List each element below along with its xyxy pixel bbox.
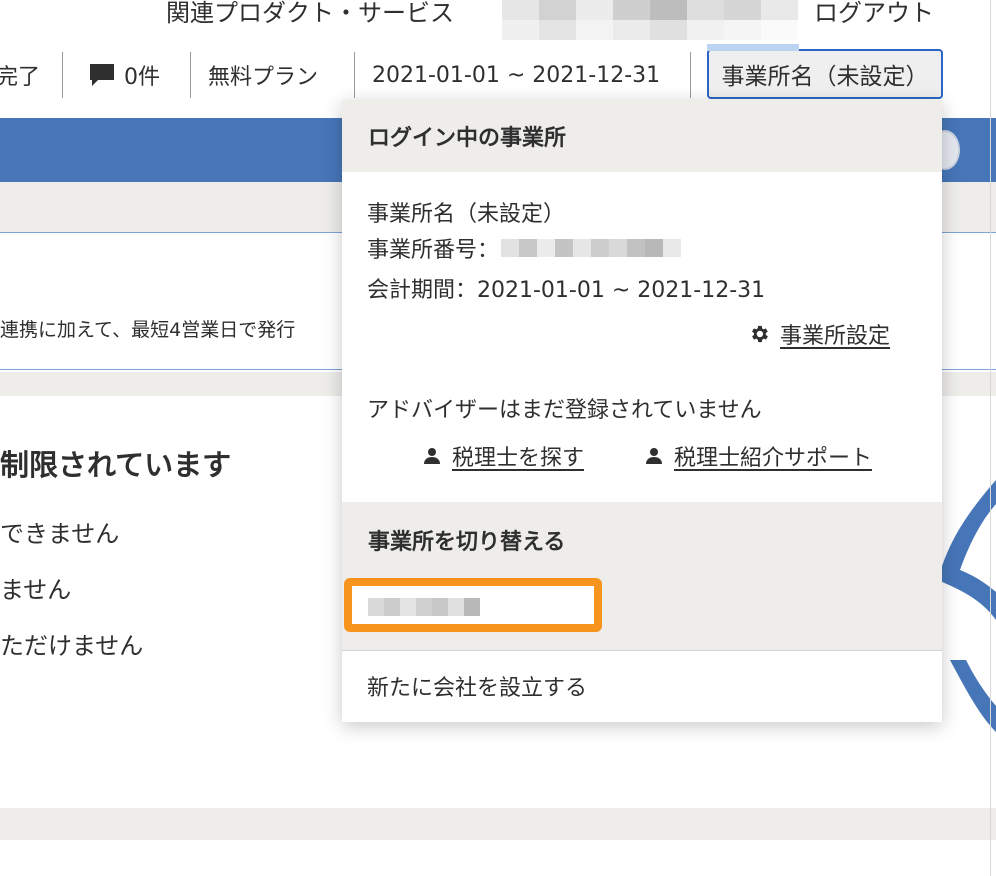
- office-dropdown-panel: ログイン中の事業所 事業所名（未設定） 事業所番号： 会計期間：2021-01-…: [342, 100, 942, 722]
- accountant-support-label: 税理士紹介サポート: [674, 446, 873, 471]
- logout-link[interactable]: ログアウト: [814, 0, 934, 26]
- status-done-label[interactable]: 完了: [0, 48, 40, 102]
- restriction-line: ません: [0, 576, 72, 604]
- toolbar-divider: [62, 52, 63, 98]
- login-office-header: ログイン中の事業所: [342, 100, 942, 172]
- switch-office-section: 事業所を切り替える: [342, 502, 942, 650]
- restriction-line: できません: [0, 520, 120, 548]
- advisor-status-text: アドバイザーはまだ登録されていません: [367, 398, 762, 423]
- user-name-redacted: [502, 0, 798, 40]
- fiscal-period-detail: 会計期間：2021-01-01 ~ 2021-12-31: [367, 278, 766, 303]
- header-toolbar: 完了 0件 無料プラン 2021-01-01 ~ 2021-12-31 事業所名…: [0, 44, 996, 102]
- plan-label[interactable]: 無料プラン: [208, 48, 318, 102]
- dropdown-divider: [342, 650, 942, 651]
- notice-text: 連携に加えて、最短4営業日で発行: [0, 319, 296, 341]
- office-settings-label: 事業所設定: [780, 324, 891, 349]
- fiscal-period-label[interactable]: 2021-01-01 ~ 2021-12-31: [372, 48, 660, 102]
- toolbar-divider: [690, 52, 691, 98]
- switch-office-header: 事業所を切り替える: [368, 530, 566, 555]
- chat-bubble-icon: [90, 64, 114, 86]
- person-icon: [424, 448, 440, 464]
- create-company-link[interactable]: 新たに会社を設立する: [367, 670, 587, 702]
- accountant-support-link[interactable]: 税理士紹介サポート: [644, 440, 872, 472]
- office-option-highlighted[interactable]: [344, 578, 602, 632]
- office-settings-link[interactable]: 事業所設定: [748, 318, 890, 350]
- current-office-name: 事業所名（未設定）: [367, 202, 566, 227]
- toolbar-divider: [190, 52, 191, 98]
- find-accountant-label: 税理士を探す: [452, 446, 585, 471]
- find-accountant-link[interactable]: 税理士を探す: [422, 440, 584, 472]
- page-edge: [990, 0, 991, 876]
- office-number-label: 事業所番号：: [367, 238, 500, 263]
- top-links-bar: 関連プロダクト・サービス ログアウト: [0, 0, 996, 44]
- related-products-link[interactable]: 関連プロダクト・サービス: [166, 0, 454, 26]
- messages-button[interactable]: 0件: [88, 48, 160, 102]
- office-switcher-button[interactable]: 事業所名（未設定）: [707, 44, 943, 99]
- messages-count: 0件: [124, 65, 160, 90]
- restriction-heading: 制限されています: [0, 448, 232, 482]
- office-option-redacted: [368, 598, 480, 616]
- office-number-row: 事業所番号：: [367, 232, 682, 264]
- restriction-line: ただけません: [0, 632, 144, 660]
- person-icon: [646, 448, 662, 464]
- gear-icon: [752, 325, 768, 343]
- footer-band: [0, 808, 996, 840]
- office-number-redacted: [501, 239, 682, 257]
- toolbar-divider: [354, 52, 355, 98]
